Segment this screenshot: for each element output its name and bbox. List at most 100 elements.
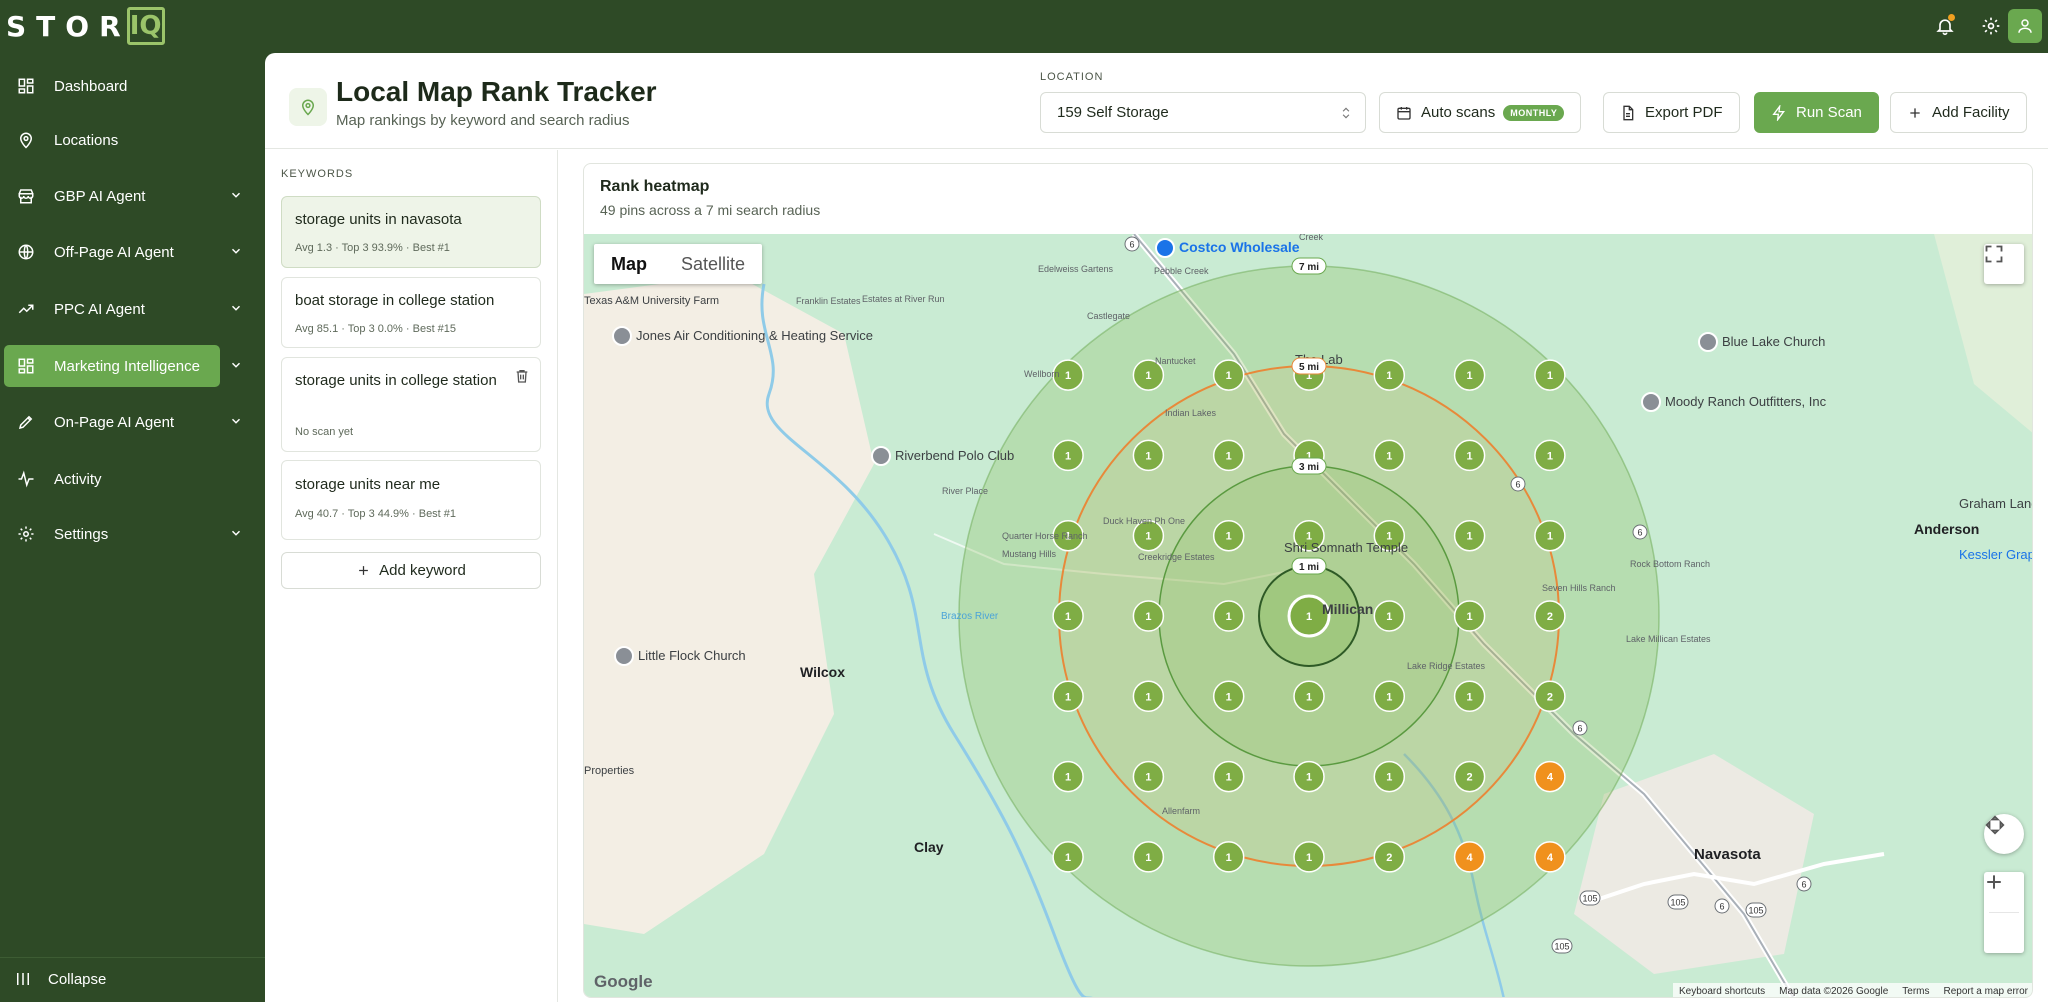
keyword-item[interactable]: boat storage in college station Avg 85.1…	[281, 277, 541, 348]
rank-pin[interactable]: 1	[1212, 519, 1245, 552]
map-place[interactable]: River Place	[942, 486, 988, 496]
rank-pin[interactable]: 1	[1052, 680, 1084, 713]
sidebar-item-gbp-ai-agent[interactable]: GBP AI Agent	[4, 175, 259, 217]
rank-pin[interactable]: 1	[1132, 760, 1165, 793]
map-place[interactable]: Lake Millican Estates	[1626, 634, 1711, 644]
sidebar-item-locations[interactable]: Locations	[4, 119, 259, 161]
map-place[interactable]: Castlegate	[1087, 311, 1130, 321]
map-place[interactable]: Moody Ranch Outfitters, Inc	[1641, 392, 1827, 412]
map-place[interactable]: Anderson	[1914, 521, 1979, 537]
sidebar-item-on-page-ai-agent[interactable]: On-Page AI Agent	[4, 401, 259, 443]
rank-pin[interactable]: 2	[1534, 600, 1566, 632]
map-place[interactable]: Clay	[914, 839, 944, 855]
add-keyword-button[interactable]: Add keyword	[281, 552, 541, 589]
rank-pin[interactable]: 1	[1212, 680, 1245, 713]
map-place[interactable]: Kessler Grap	[1959, 547, 2033, 562]
map-place[interactable]: Jones Air Conditioning & Heating Service	[612, 326, 873, 346]
map-place[interactable]: Shri Somnath Temple	[1284, 540, 1408, 555]
rank-pin[interactable]: 1	[1534, 359, 1566, 391]
map-place[interactable]: Seven Hills Ranch	[1542, 583, 1616, 593]
map-place[interactable]: Brazos River	[941, 611, 999, 622]
run-scan-button[interactable]: Run Scan	[1754, 92, 1879, 133]
map-place[interactable]: Nantucket	[1155, 356, 1196, 366]
rank-pin[interactable]: 1	[1212, 600, 1245, 632]
sidebar-item-dashboard[interactable]: Dashboard	[4, 65, 259, 107]
rank-pin[interactable]: 1	[1453, 680, 1486, 713]
rank-pin[interactable]: 1	[1373, 760, 1406, 793]
map-place[interactable]: Creek	[1299, 234, 1324, 242]
rank-pin[interactable]: 1	[1132, 600, 1165, 632]
gear-icon[interactable]	[1974, 9, 2008, 43]
keyboard-shortcuts-link[interactable]: Keyboard shortcuts	[1679, 986, 1765, 997]
map-place[interactable]: Quarter Horse Ranch	[1002, 531, 1088, 541]
rank-pin[interactable]: 1	[1052, 439, 1084, 472]
terms-link[interactable]: Terms	[1902, 986, 1929, 997]
rank-pin[interactable]: 1	[1534, 439, 1566, 472]
app-logo[interactable]: STOR IQ	[6, 6, 165, 46]
add-facility-button[interactable]: Add Facility	[1890, 92, 2027, 133]
collapse-button[interactable]: Collapse	[14, 970, 106, 988]
camera-control-button[interactable]	[1984, 814, 2024, 854]
map-place[interactable]: Indian Lakes	[1165, 408, 1217, 418]
map-place[interactable]: Millican	[1322, 601, 1373, 617]
map-place[interactable]: Wilcox	[800, 664, 845, 680]
map-place[interactable]: Graham Land Se	[1959, 496, 2033, 511]
map-place[interactable]: Riverbend Polo Club	[871, 446, 1014, 466]
rank-pin[interactable]: 1	[1453, 439, 1486, 472]
rank-pin[interactable]: 1	[1453, 519, 1486, 552]
rank-pin[interactable]: 1	[1132, 680, 1165, 713]
sidebar-item-ppc-ai-agent[interactable]: PPC AI Agent	[4, 288, 259, 330]
export-pdf-button[interactable]: Export PDF	[1603, 92, 1740, 133]
rank-pin[interactable]: 1	[1373, 680, 1406, 713]
rank-pin[interactable]: 1	[1453, 600, 1486, 632]
map-place[interactable]: Estates at River Run	[862, 294, 945, 304]
rank-pin[interactable]: 1	[1212, 841, 1245, 873]
rank-pin[interactable]: 1	[1534, 519, 1566, 552]
map-tab[interactable]: Map	[594, 244, 664, 284]
fullscreen-button[interactable]	[1984, 244, 2024, 284]
map-place[interactable]: Mustang Hills	[1002, 549, 1057, 559]
user-avatar[interactable]	[2008, 9, 2042, 43]
bell-icon[interactable]	[1928, 9, 1962, 43]
rank-pin[interactable]: 1	[1373, 600, 1406, 632]
keyword-item[interactable]: storage units in college station No scan…	[281, 357, 541, 452]
rank-pin[interactable]: 1	[1132, 439, 1165, 472]
satellite-tab[interactable]: Satellite	[664, 244, 762, 284]
rank-pin[interactable]: 4	[1453, 841, 1486, 873]
map-view[interactable]: 1 1 1 1 1 1 1 1 1 1 1 1 1 1 1 1 1 1 1 1 1 1 1 1 1 1 1 2 1 1 1 1 1 1 2 1 1 1 1 1…	[584, 234, 2033, 997]
rank-pin[interactable]: 1	[1293, 760, 1325, 793]
map-place[interactable]: Navasota	[1694, 846, 1761, 863]
rank-pin[interactable]: 2	[1453, 760, 1486, 793]
sidebar-item-marketing-intelligence[interactable]: Marketing Intelligence	[4, 345, 259, 387]
sidebar-item-settings[interactable]: Settings	[4, 513, 259, 555]
map-place[interactable]: Lake Ridge Estates	[1407, 661, 1486, 671]
map-place[interactable]: Costco Wholesale	[1155, 238, 1300, 258]
map-place[interactable]: Creekridge Estates	[1138, 552, 1215, 562]
rank-pin[interactable]: 1	[1052, 760, 1084, 793]
map-place[interactable]: Rock Bottom Ranch	[1630, 559, 1710, 569]
rank-pin[interactable]: 1	[1293, 841, 1325, 873]
map-place[interactable]: Duck Haven Ph One	[1103, 516, 1185, 526]
sidebar-item-off-page-ai-agent[interactable]: Off-Page AI Agent	[4, 231, 259, 273]
report-error-link[interactable]: Report a map error	[1944, 986, 2028, 997]
map-place[interactable]: Pebble Creek	[1154, 266, 1209, 276]
rank-pin[interactable]: 2	[1373, 841, 1406, 873]
map-place[interactable]: Franklin Estates	[796, 296, 861, 306]
rank-pin[interactable]: 1	[1132, 841, 1165, 873]
rank-pin[interactable]: 1	[1052, 841, 1084, 873]
map-place[interactable]: Wellborn	[1024, 369, 1059, 379]
rank-pin[interactable]: 2	[1534, 680, 1566, 713]
rank-pin[interactable]: 1	[1453, 359, 1486, 391]
map-place[interactable]: Properties	[584, 765, 635, 777]
auto-scans-button[interactable]: Auto scans MONTHLY	[1379, 92, 1582, 133]
rank-pin[interactable]: 1	[1293, 680, 1325, 713]
trash-icon[interactable]	[514, 368, 530, 389]
rank-pin[interactable]: 1	[1212, 439, 1245, 472]
rank-pin[interactable]: 4	[1534, 841, 1566, 873]
rank-pin[interactable]: 1	[1373, 359, 1406, 391]
map-place[interactable]: Edelweiss Gartens	[1038, 264, 1114, 274]
location-select[interactable]: 159 Self Storage	[1040, 92, 1366, 133]
keyword-item[interactable]: storage units in navasota Avg 1.3 · Top …	[281, 196, 541, 268]
map-place[interactable]: Blue Lake Church	[1698, 332, 1825, 352]
rank-pin[interactable]: 1	[1373, 439, 1406, 472]
